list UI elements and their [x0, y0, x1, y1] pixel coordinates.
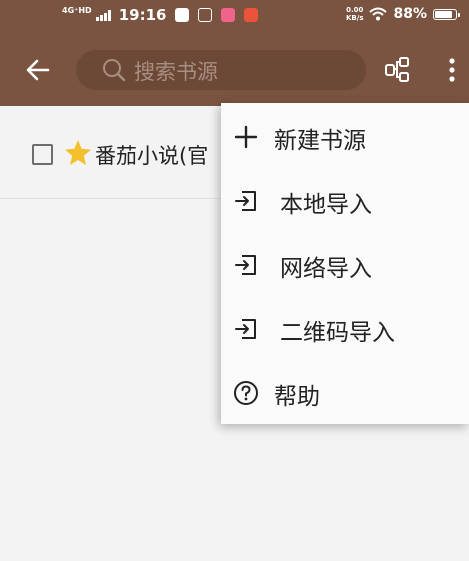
menu-item-label: 二维码导入: [280, 320, 395, 346]
notification-icon-3: [221, 8, 236, 22]
menu-item-new-source[interactable]: 新建书源: [221, 105, 469, 169]
menu-item-qr-import[interactable]: 二维码导入: [221, 297, 469, 361]
search-icon: [103, 59, 126, 82]
wifi-icon: [369, 7, 388, 21]
menu-item-help[interactable]: 帮助: [221, 361, 469, 425]
signal-label: 4G⁺HD: [62, 6, 92, 15]
search-input[interactable]: 搜索书源: [76, 50, 366, 90]
menu-item-label: 帮助: [274, 384, 320, 410]
menu-item-label: 网络导入: [280, 256, 372, 282]
signal-icon: [95, 9, 111, 21]
back-arrow-icon[interactable]: [24, 56, 52, 84]
help-icon: [234, 381, 258, 405]
plus-icon: [234, 125, 258, 149]
source-checkbox[interactable]: [32, 144, 53, 165]
app-bar: 4G⁺HD 19:16 0.00 KB/s 88% 搜索书源: [0, 0, 469, 106]
overflow-menu: 新建书源 本地导入 网络导入 二维码导入 帮助: [221, 103, 469, 424]
menu-item-network-import[interactable]: 网络导入: [221, 233, 469, 297]
star-icon: [65, 140, 91, 165]
battery-icon: [433, 8, 460, 20]
search-placeholder: 搜索书源: [134, 60, 218, 84]
menu-item-label: 本地导入: [280, 192, 372, 218]
battery-percent: 88%: [393, 6, 427, 22]
source-name: 番茄小说(官: [95, 144, 209, 168]
notification-icon-2: [198, 8, 213, 22]
status-bar: 4G⁺HD 19:16 0.00 KB/s 88%: [0, 0, 469, 34]
menu-item-local-import[interactable]: 本地导入: [221, 169, 469, 233]
menu-item-label: 新建书源: [274, 128, 366, 154]
network-speed: 0.00 KB/s: [346, 6, 364, 22]
status-time: 19:16: [118, 6, 167, 24]
notification-icon-1: [175, 8, 190, 22]
more-options-icon[interactable]: [446, 56, 458, 84]
import-icon: [235, 191, 256, 211]
notification-icon-4: [244, 8, 259, 22]
group-filter-icon[interactable]: [383, 56, 411, 84]
import-icon: [235, 319, 256, 339]
import-icon: [235, 255, 256, 275]
